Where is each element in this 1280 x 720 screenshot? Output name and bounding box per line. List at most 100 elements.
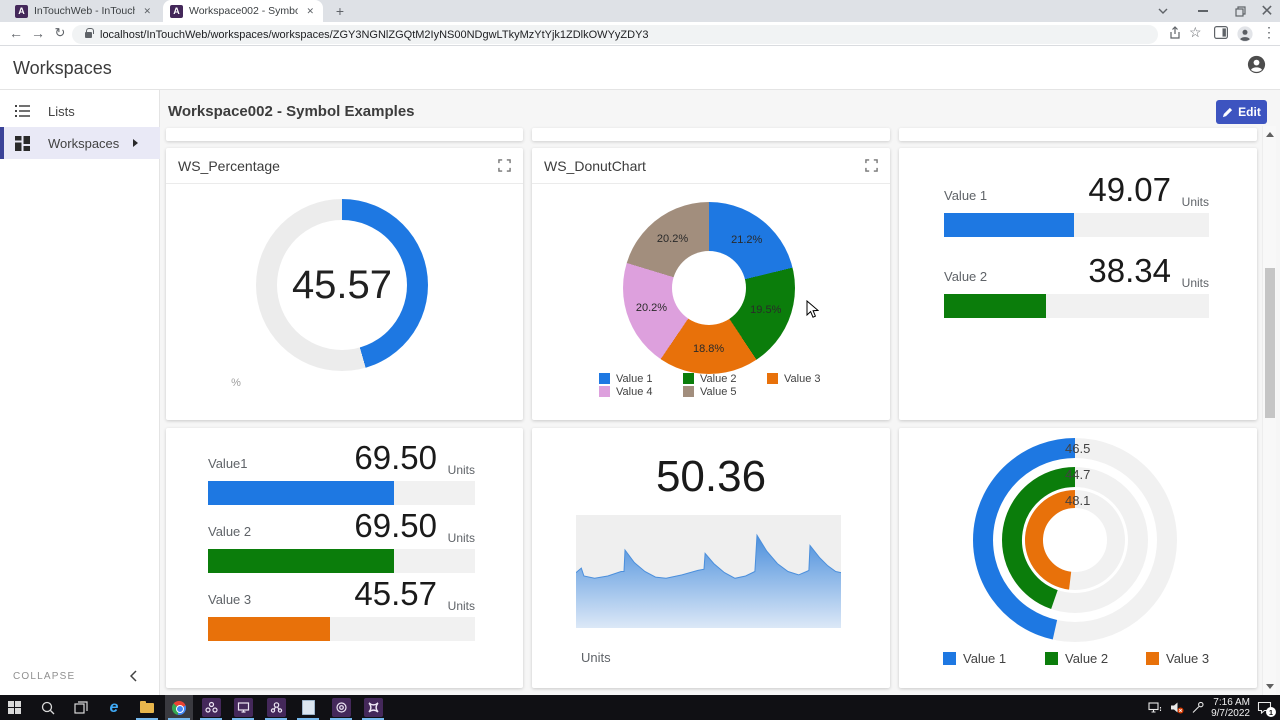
bar-label: Value 3 (208, 592, 251, 607)
chrome-logo-icon (172, 701, 186, 715)
tab-title: Workspace002 - Symbol Exampl (189, 5, 298, 17)
taskbar: e 7:16 AM 9/7/2022 (0, 695, 1280, 720)
clock-date: 9/7/2022 (1211, 708, 1250, 719)
browser-tab-2-active[interactable]: A Workspace002 - Symbol Exampl ✕ (163, 0, 323, 22)
browser-profile-avatar[interactable] (1237, 26, 1253, 47)
browser-tab-1[interactable]: A InTouchWeb - InTouch Introducti ✕ (8, 0, 160, 22)
bar-unit: Units (448, 531, 475, 545)
card-partial (532, 128, 890, 141)
share-icon[interactable] (1168, 26, 1182, 45)
volume-muted-icon[interactable] (1170, 701, 1184, 714)
file-explorer-icon[interactable] (133, 695, 161, 720)
taskbar-clock[interactable]: 7:16 AM 9/7/2022 (1211, 697, 1250, 719)
sidebar-item-workspaces[interactable]: Workspaces (0, 127, 160, 159)
bar-track (208, 617, 475, 641)
close-window-button[interactable]: ✕ (1252, 0, 1280, 22)
tab-search-chevron-icon[interactable] (1148, 0, 1178, 22)
bar-gauge-row: Value 269.50Units (208, 507, 475, 573)
fullscreen-icon[interactable] (498, 159, 511, 172)
bar-fill (944, 294, 1046, 318)
kebab-menu-icon[interactable]: ⋮ (1262, 24, 1276, 41)
bar-value: 38.34 (1088, 252, 1171, 290)
fullscreen-icon[interactable] (865, 159, 878, 172)
scroll-down-arrow-icon[interactable] (1266, 684, 1274, 689)
scrollbar-thumb[interactable] (1265, 268, 1275, 418)
sidebar-collapse[interactable]: COLLAPSE (0, 662, 159, 690)
action-center-icon[interactable]: 1 (1257, 701, 1272, 714)
bar-track (208, 481, 475, 505)
forward-icon[interactable]: → (28, 23, 48, 43)
card-trend: 50.36 Units (532, 428, 890, 688)
screen: A InTouchWeb - InTouch Introducti ✕ A Wo… (0, 0, 1280, 720)
app-spiral-icon[interactable] (327, 695, 355, 720)
gauge-unit-label: % (226, 377, 246, 389)
content-scrollbar[interactable] (1262, 126, 1276, 695)
chrome-taskbar-icon[interactable] (165, 695, 193, 720)
url-text: localhost/InTouchWeb/workspaces/workspac… (100, 29, 649, 41)
bar-track (944, 213, 1209, 237)
legend-swatch (767, 373, 778, 384)
legend-swatch (1045, 652, 1058, 665)
legend-item: Value 4 (599, 386, 683, 398)
legend-item: Value 1 (599, 373, 683, 385)
new-tab-button[interactable]: + (331, 2, 349, 20)
start-button[interactable] (0, 695, 28, 720)
card-ws-donutchart: WS_DonutChart 21.2%19.5%18.8%20.2%20.2% … (532, 148, 890, 420)
pen-tool-icon[interactable] (1191, 701, 1204, 714)
minimize-button[interactable] (1188, 0, 1218, 22)
side-panel-icon[interactable] (1214, 26, 1228, 44)
card-partial (899, 128, 1257, 141)
bookmark-star-icon[interactable]: ☆ (1189, 24, 1202, 41)
app-x-icon[interactable] (359, 695, 387, 720)
card-radial-gauge: 46.544.748.1Value 1Value 2Value 3 (899, 428, 1257, 688)
card-title: WS_Percentage (178, 158, 280, 174)
scroll-up-arrow-icon[interactable] (1266, 132, 1274, 137)
legend-item: Value 2 (683, 373, 767, 385)
bar-gauge-row: Value 149.07Units (944, 171, 1209, 237)
card-partial (166, 128, 523, 141)
bar-value: 69.50 (354, 507, 437, 545)
radial-value-label: 44.7 (1065, 467, 1090, 482)
legend-swatch (599, 373, 610, 384)
card-header: WS_Percentage (166, 148, 523, 184)
reload-icon[interactable]: ↻ (50, 23, 70, 43)
restore-button[interactable] (1225, 0, 1255, 22)
mouse-cursor (806, 300, 819, 319)
pencil-icon (1222, 107, 1233, 118)
taskbar-search-icon[interactable] (34, 695, 62, 720)
back-icon[interactable]: ← (6, 23, 26, 43)
card-ws-percentage: WS_Percentage 45.57 % (166, 148, 523, 420)
donut-slice-label: 20.2% (636, 302, 667, 314)
radial-gauge-chart (963, 428, 1187, 652)
app-network-gears-icon[interactable] (262, 695, 290, 720)
task-view-icon[interactable] (67, 695, 95, 720)
bar-fill (208, 549, 394, 573)
bar-label: Value1 (208, 456, 248, 471)
app-notepad-icon[interactable] (294, 695, 322, 720)
account-icon[interactable] (1247, 55, 1266, 79)
gauge-value: 45.57 (256, 199, 428, 371)
url-omnibox[interactable]: localhost/InTouchWeb/workspaces/workspac… (72, 25, 1158, 44)
internet-explorer-icon[interactable]: e (100, 695, 128, 720)
sidebar-item-lists[interactable]: Lists (0, 95, 160, 127)
dashboard-grid-icon (13, 136, 31, 151)
app-title: Workspaces (13, 58, 112, 79)
app-gears-icon[interactable] (197, 695, 225, 720)
legend-item: Value 3 (1146, 651, 1209, 666)
close-tab-icon[interactable]: ✕ (304, 6, 316, 17)
browser-tab-strip: A InTouchWeb - InTouch Introducti ✕ A Wo… (0, 0, 1280, 22)
bar-value: 49.07 (1088, 171, 1171, 209)
trend-unit-label: Units (581, 650, 611, 665)
bar-fill (208, 481, 394, 505)
close-tab-icon[interactable]: ✕ (141, 6, 153, 17)
bar-unit: Units (1182, 276, 1209, 290)
radial-value-label: 48.1 (1065, 493, 1090, 508)
network-icon[interactable] (1148, 701, 1163, 714)
legend-swatch (683, 386, 694, 397)
legend-swatch (1146, 652, 1159, 665)
bar-gauge-row: Value169.50Units (208, 439, 475, 505)
edit-button[interactable]: Edit (1216, 100, 1267, 124)
app-monitor-icon[interactable] (229, 695, 257, 720)
bar-gauge-row: Value 345.57Units (208, 575, 475, 641)
trend-chart (576, 515, 841, 628)
